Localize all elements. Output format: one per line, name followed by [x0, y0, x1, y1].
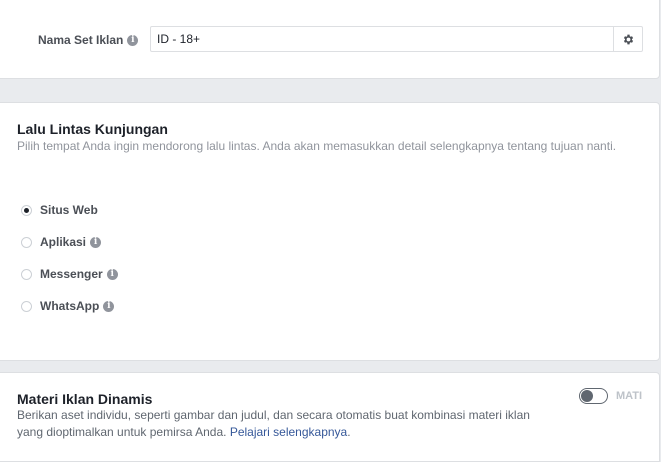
- learn-more-link[interactable]: Pelajari selengkapnya: [230, 425, 347, 439]
- info-icon[interactable]: i: [127, 34, 139, 46]
- info-icon[interactable]: i: [103, 300, 115, 312]
- radio-label-app: Aplikasi: [40, 235, 87, 249]
- radio-button[interactable]: [21, 204, 32, 216]
- traffic-title: Lalu Lintas Kunjungan: [17, 121, 168, 137]
- ad-set-name-field: [150, 26, 643, 52]
- ad-set-name-label: Nama Set Iklan i: [38, 33, 139, 47]
- dynamic-creative-title: Materi Iklan Dinamis: [17, 391, 153, 407]
- radio-label-messenger: Messenger: [40, 267, 103, 281]
- info-icon[interactable]: i: [90, 236, 102, 248]
- radio-option-messenger[interactable]: Messenger i: [21, 267, 118, 281]
- info-icon[interactable]: i: [106, 268, 118, 280]
- radio-button[interactable]: [21, 300, 32, 312]
- radio-option-app[interactable]: Aplikasi i: [21, 235, 102, 249]
- toggle-state-label: MATI: [616, 390, 643, 402]
- radio-option-whatsapp[interactable]: WhatsApp i: [21, 299, 115, 313]
- radio-label-website: Situs Web: [40, 203, 98, 217]
- dynamic-creative-description: Berikan aset individu, seperti gambar da…: [17, 408, 530, 439]
- radio-option-website[interactable]: Situs Web: [21, 203, 98, 217]
- ad-set-name-input[interactable]: [151, 27, 613, 51]
- radio-button[interactable]: [21, 268, 32, 280]
- dynamic-creative-toggle[interactable]: [579, 388, 608, 404]
- traffic-description: Pilih tempat Anda ingin mendorong lalu l…: [17, 139, 617, 153]
- toggle-knob: [581, 390, 593, 402]
- name-settings-button[interactable]: [613, 27, 642, 51]
- gear-icon: [623, 34, 633, 44]
- radio-label-whatsapp: WhatsApp: [40, 299, 100, 313]
- radio-button[interactable]: [21, 236, 32, 248]
